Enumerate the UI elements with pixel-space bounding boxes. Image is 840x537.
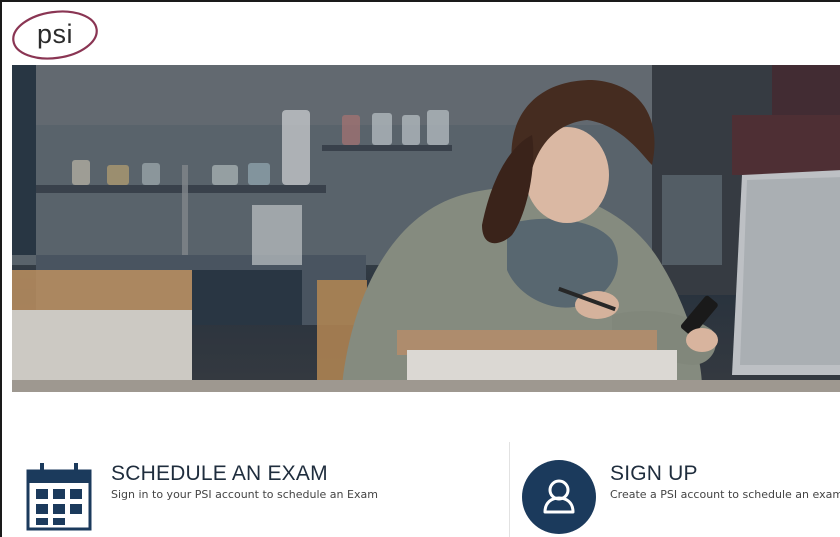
sign-up-card[interactable]: SIGN UP Create a PSI account to schedule… [522, 450, 840, 535]
hero-photo [12, 65, 840, 392]
sign-up-title[interactable]: SIGN UP [610, 462, 698, 486]
schedule-exam-card[interactable]: SCHEDULE AN EXAM Sign in to your PSI acc… [24, 450, 494, 535]
sign-up-icon-circle [522, 460, 596, 534]
sign-up-subtitle: Create a PSI account to schedule an exam [610, 488, 840, 501]
page-frame: psi SCHEDULE AN EXAM Sign in to your PSI… [0, 0, 840, 537]
user-icon [543, 479, 575, 514]
site-header: psi [2, 2, 840, 64]
schedule-exam-subtitle: Sign in to your PSI account to schedule … [111, 488, 378, 501]
actions-divider [509, 442, 510, 537]
logo-text: psi [36, 18, 73, 49]
psi-logo[interactable]: psi [11, 9, 99, 61]
schedule-exam-title[interactable]: SCHEDULE AN EXAM [111, 462, 328, 486]
calendar-icon [26, 463, 92, 531]
hero-banner-image [12, 65, 840, 392]
